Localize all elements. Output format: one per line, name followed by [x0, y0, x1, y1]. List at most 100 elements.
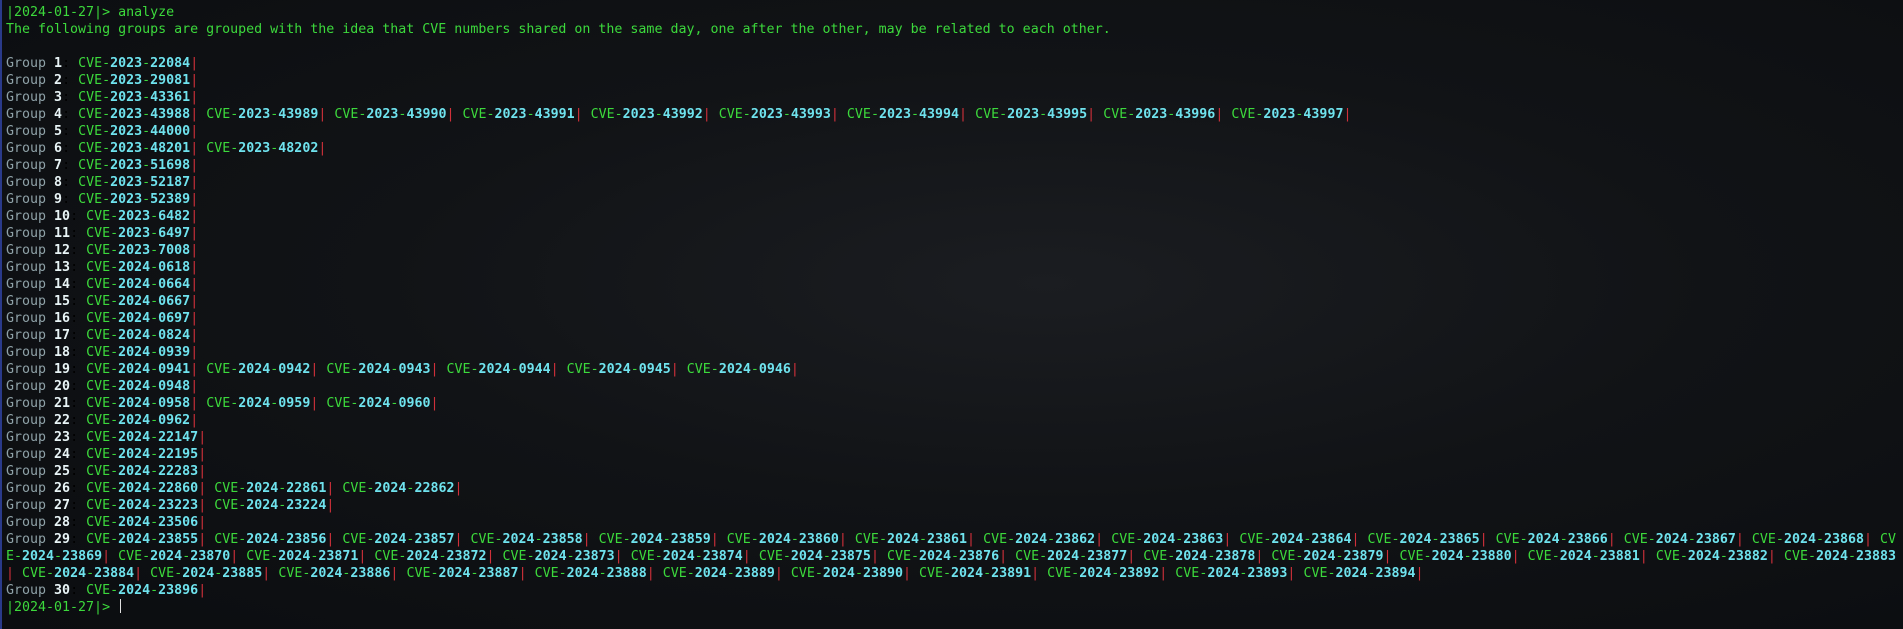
separator: |: [702, 107, 711, 122]
cve-year: 2024: [118, 345, 151, 360]
group-number: 2: [54, 73, 63, 88]
cve-number: 22195: [158, 447, 199, 462]
cve-prefix: CVE-: [983, 532, 1016, 547]
separator: |: [454, 481, 463, 496]
cve-year: 2024: [1527, 532, 1560, 547]
cve-id: CVE-2024-22195: [86, 447, 198, 462]
separator: |: [198, 515, 207, 530]
prompt: |2024-01-27|>: [6, 600, 111, 615]
cve-prefix: CVE-: [590, 107, 623, 122]
cve-year: 2024: [246, 481, 279, 496]
group-line: Group 13: CVE-2024-0618|: [6, 260, 199, 275]
separator: |: [198, 481, 207, 496]
cve-prefix: CVE-: [78, 192, 111, 207]
cve-id: CVE-2023-43992: [591, 107, 703, 122]
cve-number: 23861: [927, 532, 968, 547]
cve-id: CVE-2023-43997: [1231, 107, 1343, 122]
cve-prefix: CVE-: [1015, 549, 1048, 564]
group-line: Group 1: CVE-2023-22084|: [6, 56, 199, 71]
cve-year: 2024: [182, 566, 215, 581]
cve-id: CVE-2024-23879: [1271, 549, 1383, 564]
separator: |: [190, 260, 199, 275]
separator: |: [486, 549, 495, 564]
cve-prefix: CVE-: [86, 396, 119, 411]
cve-year: 2023: [1135, 107, 1168, 122]
cve-prefix: CVE-: [1527, 549, 1560, 564]
group-number: 12: [54, 243, 71, 258]
separator: |: [190, 56, 199, 71]
cve-prefix: CVE-: [326, 396, 359, 411]
separator: |: [190, 73, 199, 88]
cve-prefix: CVE-: [846, 107, 879, 122]
terminal-window[interactable]: |2024-01-27|> analyze The following grou…: [0, 0, 1903, 629]
separator: |: [774, 566, 783, 581]
cve-year: 2024: [118, 447, 151, 462]
cve-dash: -: [142, 90, 151, 105]
group-line: Group 14: CVE-2024-0664|: [6, 277, 199, 292]
separator: |: [1383, 549, 1392, 564]
cve-number: 23878: [1215, 549, 1256, 564]
cve-prefix: CVE-: [470, 532, 503, 547]
cve-prefix: CVE-: [86, 260, 119, 275]
cve-id: CVE-2024-23224: [214, 498, 326, 513]
group-number: 15: [54, 294, 71, 309]
cve-id: CVE-2024-0945: [567, 362, 671, 377]
cve-prefix: CVE-: [214, 532, 247, 547]
cve-id: CVE-2024-0939: [86, 345, 190, 360]
cve-number: 0667: [158, 294, 191, 309]
separator: |: [446, 107, 455, 122]
group-number: 4: [54, 107, 63, 122]
separator: |: [358, 549, 367, 564]
cve-number: 22147: [158, 430, 199, 445]
cve-number: 51698: [150, 158, 191, 173]
group-number: 25: [54, 464, 71, 479]
cve-prefix: CVE-: [1047, 566, 1080, 581]
cve-id: CVE-2024-23887: [406, 566, 518, 581]
cve-id: CVE-2024-23876: [887, 549, 999, 564]
cve-prefix: CVE-: [86, 413, 119, 428]
cve-number: 23224: [286, 498, 327, 513]
cve-id: CVE-2023-7008: [86, 243, 190, 258]
cve-prefix: CVE-: [342, 532, 375, 547]
cve-id: CVE-2023-44000: [78, 124, 190, 139]
cve-number: 23893: [1247, 566, 1288, 581]
cve-number: 23884: [94, 566, 135, 581]
group-line: Group 17: CVE-2024-0824|: [6, 328, 199, 343]
cve-number: 0958: [158, 396, 191, 411]
group-number: 7: [54, 158, 63, 173]
cve-year: 2023: [110, 141, 143, 156]
cve-prefix: CVE-: [975, 107, 1008, 122]
cve-id: CVE-2023-43989: [206, 107, 318, 122]
separator: |: [190, 311, 199, 326]
separator: |: [1415, 566, 1424, 581]
cve-number: 0941: [158, 362, 191, 377]
cve-year: 2024: [534, 549, 567, 564]
separator: |: [614, 549, 623, 564]
group-number: 24: [54, 447, 71, 462]
separator: |: [198, 498, 207, 513]
group-label: Group: [6, 379, 47, 394]
cve-year: 2023: [750, 107, 783, 122]
group-label: Group: [6, 362, 47, 377]
cve-number: 43988: [150, 107, 191, 122]
cve-id: CVE-2023-43361: [78, 90, 190, 105]
cve-year: 2023: [110, 73, 143, 88]
cve-dash: -: [142, 56, 151, 71]
group-label: Group: [6, 73, 47, 88]
separator: |: [190, 413, 199, 428]
group-number: 30: [54, 583, 71, 598]
group-label: Group: [6, 345, 47, 360]
cve-prefix: CVE-: [446, 362, 479, 377]
group-number: 28: [54, 515, 71, 530]
input-line[interactable]: |2024-01-27|>: [6, 599, 1903, 616]
cve-prefix: CVE-: [342, 481, 375, 496]
separator: |: [1511, 549, 1520, 564]
cve-dash: -: [1687, 532, 1696, 547]
cve-dash: -: [918, 532, 927, 547]
group-number: 29: [54, 532, 71, 547]
separator: |: [1351, 532, 1360, 547]
cve-id: CVE-2023-43991: [463, 107, 575, 122]
cve-id: CVE-2024-22283: [86, 464, 198, 479]
cve-prefix: CVE-: [78, 56, 111, 71]
cve-year: 2024: [118, 498, 151, 513]
